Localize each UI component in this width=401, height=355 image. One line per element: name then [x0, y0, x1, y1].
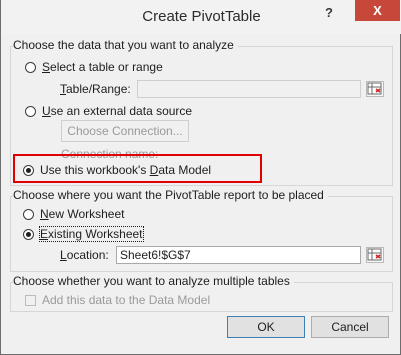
existing-worksheet-label: xisting Worksheet [48, 227, 143, 241]
close-icon[interactable]: X [355, 0, 400, 21]
workbook-data-model-radio[interactable] [23, 164, 34, 176]
external-source-accel: U [42, 104, 51, 118]
location-accel: L [60, 248, 67, 262]
workbook-data-model-option[interactable]: Use this workbook's Data Model [23, 162, 211, 178]
external-source-label: se an external data source [50, 104, 193, 118]
title-bar: Create PivotTable ? X [1, 0, 401, 34]
add-data-model-option[interactable]: Add this data to the Data Model [25, 292, 210, 308]
existing-worksheet-accel: E [40, 227, 49, 241]
external-data-source-radio[interactable] [25, 105, 36, 117]
location-collapse-icon[interactable] [366, 247, 384, 263]
ok-button[interactable]: OK [227, 316, 305, 338]
select-table-range-radio[interactable] [25, 61, 36, 73]
help-icon[interactable]: ? [321, 4, 337, 22]
existing-worksheet-option[interactable]: Existing Worksheet [23, 226, 144, 242]
choose-connection-button[interactable]: Choose Connection... [61, 120, 189, 142]
analyze-data-group-title: Choose the data that you want to analyze [13, 38, 238, 52]
create-pivottable-dialog: Create PivotTable ? X Choose the data th… [0, 0, 401, 355]
new-worksheet-radio[interactable] [23, 208, 34, 220]
location-label-text: ocation: [66, 248, 109, 262]
location-label: Location: [60, 248, 109, 262]
add-data-model-checkbox[interactable] [25, 294, 36, 306]
data-model-label-b: ata Model [158, 163, 212, 177]
multiple-tables-group-title: Choose whether you want to analyze multi… [13, 274, 294, 288]
table-range-label: Table/Range: [60, 82, 131, 96]
add-data-model-label: Add this data to the Data Model [42, 293, 211, 307]
placement-group-title: Choose where you want the PivotTable rep… [13, 188, 328, 202]
dialog-title: Create PivotTable [142, 8, 261, 25]
select-table-range-option[interactable]: Select a table or range [25, 59, 163, 75]
new-worksheet-option[interactable]: New Worksheet [23, 206, 124, 222]
table-range-input[interactable] [137, 80, 361, 98]
external-data-source-option[interactable]: Use an external data source [25, 103, 192, 119]
select-table-accel: S [42, 60, 51, 74]
select-table-label: elect a table or range [50, 60, 163, 74]
table-range-collapse-icon[interactable] [366, 81, 384, 97]
cancel-button[interactable]: Cancel [311, 316, 389, 338]
location-input[interactable]: Sheet6!$G$7 [116, 246, 361, 264]
data-model-label-a: Use this workbook's [40, 163, 150, 177]
table-range-label-text: able/Range: [66, 82, 131, 96]
existing-worksheet-radio[interactable] [23, 228, 34, 240]
new-worksheet-label: ew Worksheet [48, 207, 125, 221]
new-worksheet-accel: N [40, 207, 49, 221]
